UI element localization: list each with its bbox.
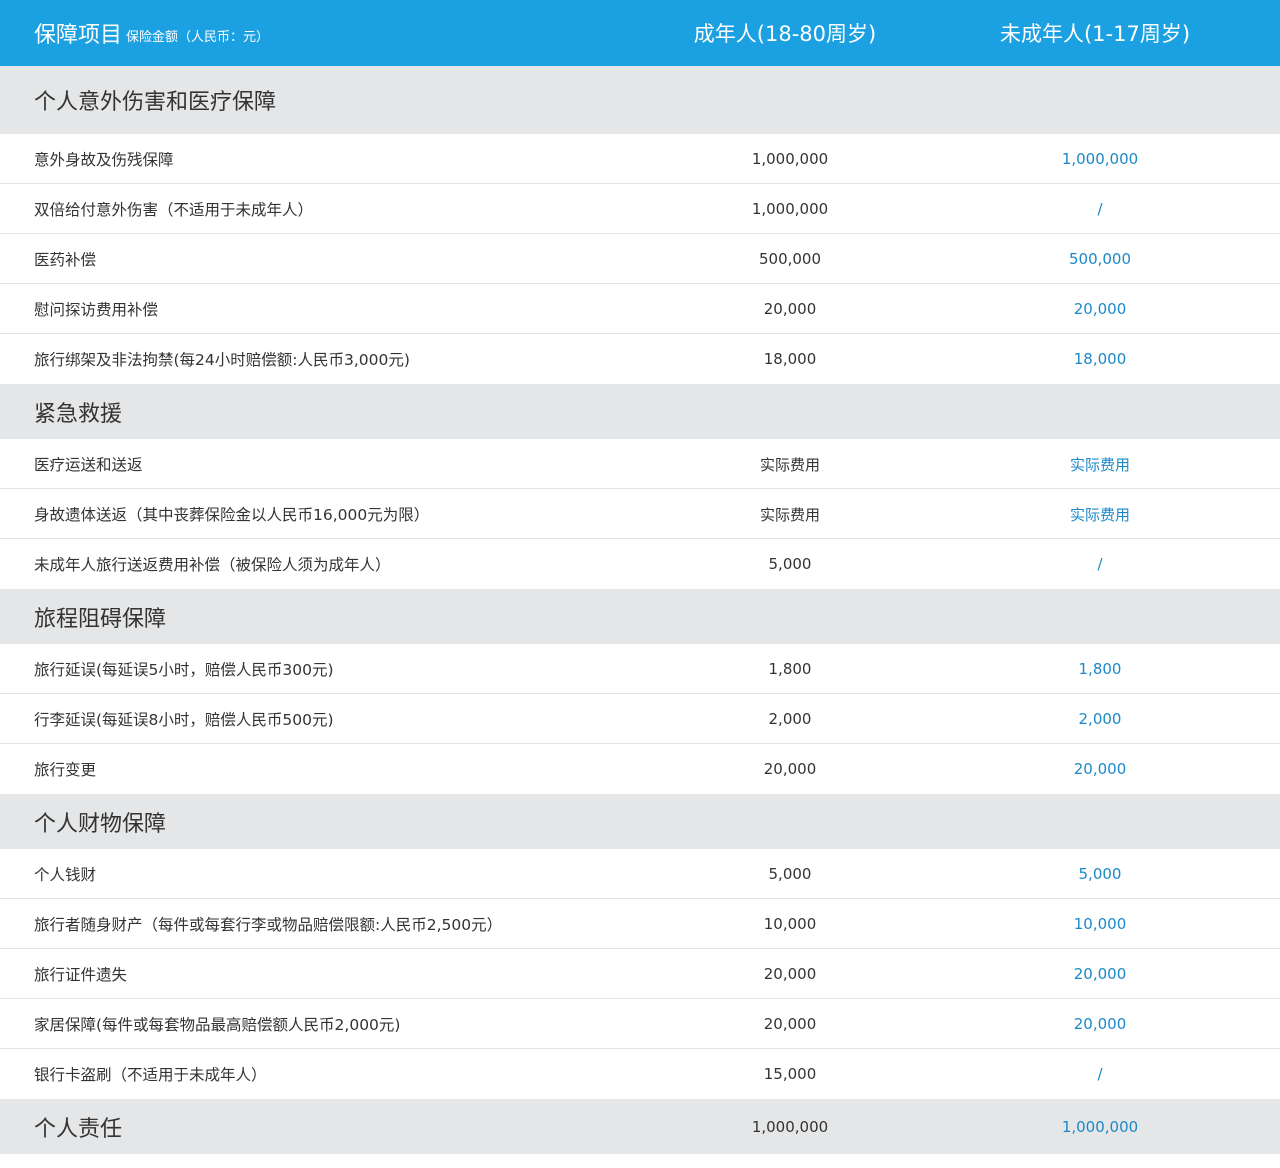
minor-amount: 1,000,000 [1061,1117,1139,1136]
table-row: 旅行延误(每延误5小时，赔偿人民币300元) 1,800 1,800 [0,644,1280,694]
row-label: 慰问探访费用补偿 [34,301,159,319]
table-header: 保障项目 保险金额（人民币：元） 成年人(18-80周岁) 未成年人(1-17周… [0,0,1280,66]
row-label: 意外身故及伤残保障 [34,151,174,169]
section-title: 紧急救援 [34,401,123,427]
section-title: 个人意外伤害和医疗保障 [34,90,277,115]
minor-amount: 20,000 [1073,965,1127,983]
table-row: 旅行绑架及非法拘禁(每24小时赔偿额:人民币3,000元) 18,000 18,… [0,334,1280,384]
adult-amount: 实际费用 [759,455,820,474]
table-row: 身故遗体送返（其中丧葬保险金以人民币16,000元为限） 实际费用 实际费用 [0,489,1280,539]
table-row: 医疗运送和送返 实际费用 实际费用 [0,439,1280,489]
section-header-emergency-rescue: 紧急救援 [0,384,1280,439]
header-adult-column: 成年人(18-80周岁) [693,22,877,46]
minor-amount: / [1097,555,1103,573]
table-row: 意外身故及伤残保障 1,000,000 1,000,000 [0,134,1280,184]
coverage-table: 保障项目 保险金额（人民币：元） 成年人(18-80周岁) 未成年人(1-17周… [0,0,1280,1154]
adult-amount: 5,000 [768,555,812,573]
adult-amount: 20,000 [763,760,817,778]
minor-amount: 实际费用 [1069,455,1130,474]
table-row: 行李延误(每延误8小时，赔偿人民币500元) 2,000 2,000 [0,694,1280,744]
minor-amount: 5,000 [1078,865,1122,883]
header-title-group: 保障项目 保险金额（人民币：元） [34,0,269,66]
section-header-accident-medical: 个人意外伤害和医疗保障 [0,66,1280,134]
table-row: 旅行证件遗失 20,000 20,000 [0,949,1280,999]
adult-amount: 18,000 [763,350,817,368]
adult-amount: 实际费用 [759,505,820,524]
table-row: 银行卡盗刷（不适用于未成年人） 15,000 / [0,1049,1280,1099]
minor-amount: 20,000 [1073,760,1127,778]
adult-amount: 10,000 [763,915,817,933]
row-label: 医疗运送和送返 [34,456,143,474]
row-label: 旅行绑架及非法拘禁(每24小时赔偿额:人民币3,000元) [34,351,410,369]
row-label: 医药补偿 [34,251,97,269]
table-row: 个人钱财 5,000 5,000 [0,849,1280,899]
minor-amount: 2,000 [1078,710,1122,728]
row-label: 个人钱财 [34,866,97,884]
adult-amount: 500,000 [758,250,822,268]
minor-amount: 500,000 [1068,250,1132,268]
row-label: 旅行者随身财产（每件或每套行李或物品赔偿限额:人民币2,500元） [34,916,503,934]
minor-amount: 10,000 [1073,915,1127,933]
row-label: 旅行证件遗失 [34,966,128,984]
row-label: 旅行延误(每延误5小时，赔偿人民币300元) [34,661,334,679]
row-label: 旅行变更 [34,761,97,779]
section-title: 个人财物保障 [34,811,167,837]
section-header-trip-disruption: 旅程阻碍保障 [0,589,1280,644]
section-header-personal-liability: 个人责任 1,000,000 1,000,000 [0,1099,1280,1154]
table-row: 医药补偿 500,000 500,000 [0,234,1280,284]
row-label: 行李延误(每延误8小时，赔偿人民币500元) [34,711,334,729]
minor-amount: 18,000 [1073,350,1127,368]
adult-amount: 1,000,000 [751,1117,829,1136]
row-label: 身故遗体送返（其中丧葬保险金以人民币16,000元为限） [34,506,430,524]
adult-amount: 20,000 [763,965,817,983]
row-label: 未成年人旅行送返费用补偿（被保险人须为成年人） [34,556,391,574]
adult-amount: 1,800 [768,660,812,678]
row-label: 双倍给付意外伤害（不适用于未成年人） [34,201,314,219]
row-label: 银行卡盗刷（不适用于未成年人） [34,1066,267,1084]
row-label: 家居保障(每件或每套物品最高赔偿额人民币2,000元) [34,1016,401,1034]
table-row: 双倍给付意外伤害（不适用于未成年人） 1,000,000 / [0,184,1280,234]
adult-amount: 20,000 [763,1015,817,1033]
table-row: 慰问探访费用补偿 20,000 20,000 [0,284,1280,334]
adult-amount: 1,000,000 [751,150,829,168]
table-row: 家居保障(每件或每套物品最高赔偿额人民币2,000元) 20,000 20,00… [0,999,1280,1049]
header-subtitle: 保险金额（人民币：元） [126,29,270,45]
section-header-personal-property: 个人财物保障 [0,794,1280,849]
table-row: 旅行者随身财产（每件或每套行李或物品赔偿限额:人民币2,500元） 10,000… [0,899,1280,949]
table-row: 未成年人旅行送返费用补偿（被保险人须为成年人） 5,000 / [0,539,1280,589]
adult-amount: 1,000,000 [751,200,829,218]
minor-amount: / [1097,200,1103,218]
adult-amount: 2,000 [768,710,812,728]
minor-amount: / [1097,1065,1103,1083]
adult-amount: 20,000 [763,300,817,318]
section-title: 旅程阻碍保障 [34,606,167,632]
table-row: 旅行变更 20,000 20,000 [0,744,1280,794]
minor-amount: 20,000 [1073,300,1127,318]
section-title: 个人责任 [34,1116,123,1142]
header-minor-column: 未成年人(1-17周岁) [999,22,1191,46]
minor-amount: 实际费用 [1069,505,1130,524]
header-title: 保障项目 [34,23,123,48]
minor-amount: 20,000 [1073,1015,1127,1033]
adult-amount: 15,000 [763,1065,817,1083]
adult-amount: 5,000 [768,865,812,883]
minor-amount: 1,800 [1078,660,1122,678]
minor-amount: 1,000,000 [1061,150,1139,168]
